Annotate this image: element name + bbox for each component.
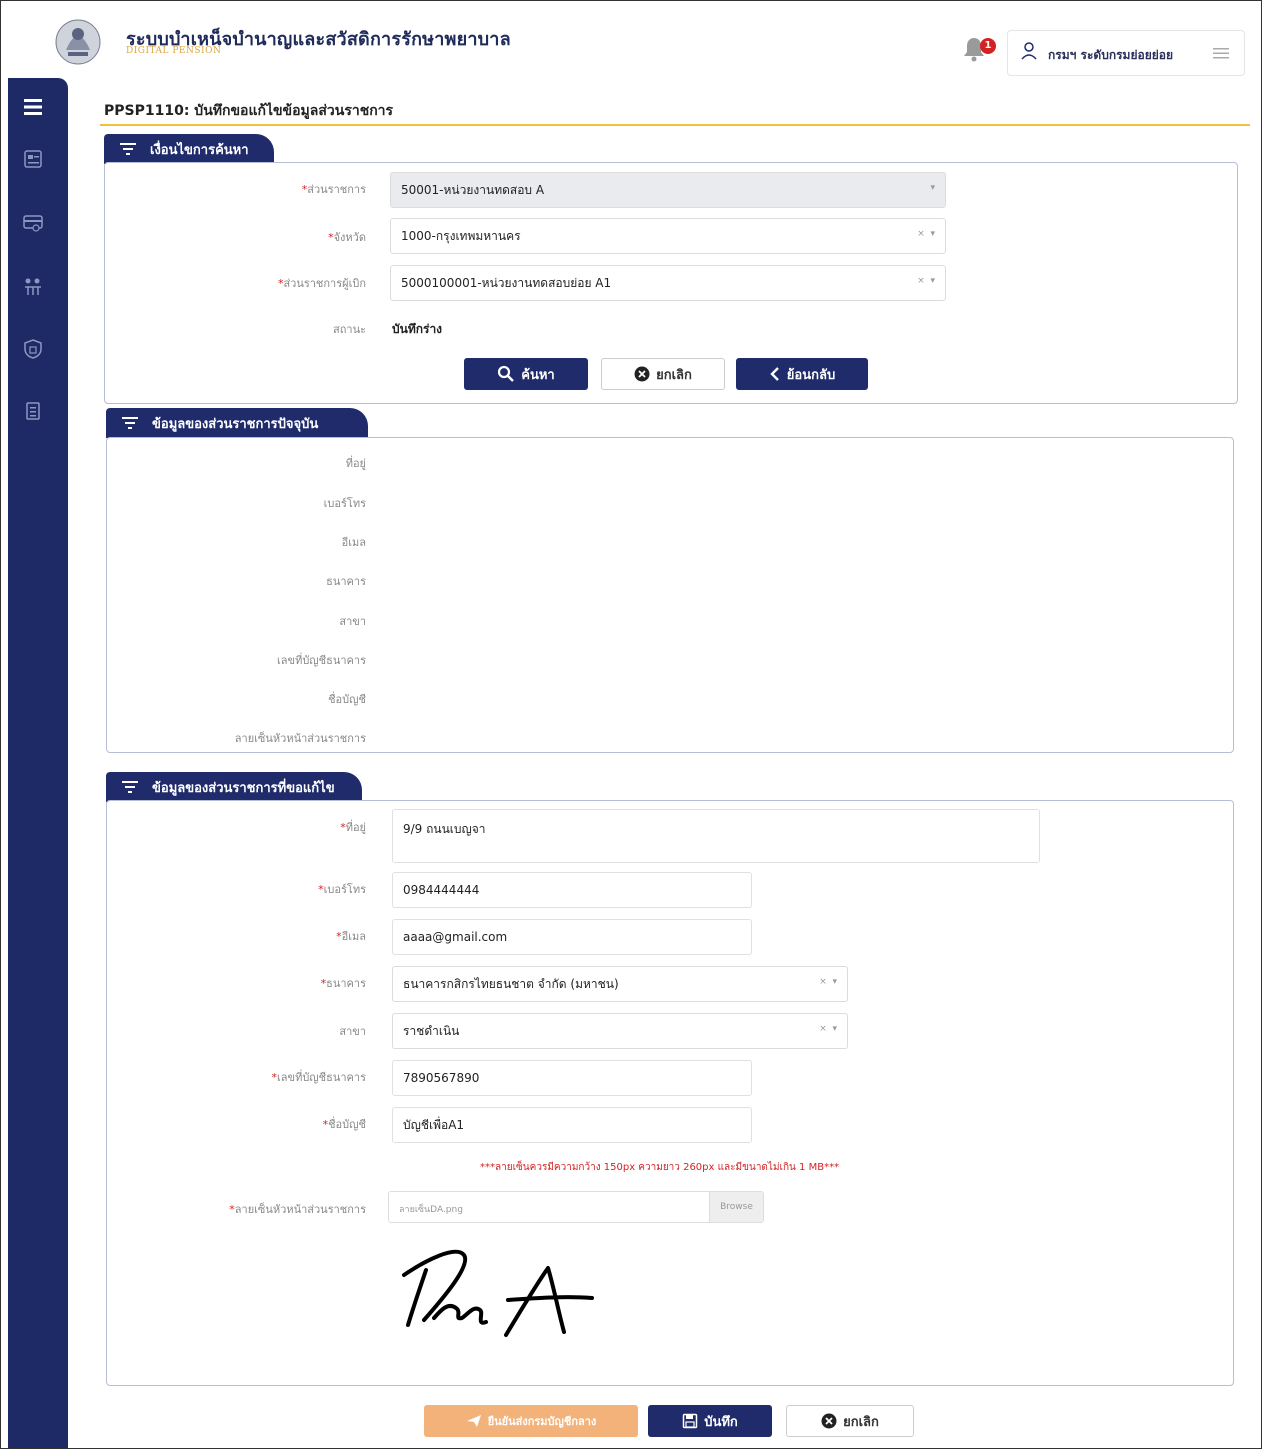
edit-bank-label: *ธนาคาร [320, 977, 366, 990]
title-divider [100, 124, 1250, 126]
browse-button[interactable]: Browse [709, 1192, 763, 1222]
current-account-no-label: เลขที่บัญชีธนาคาร [277, 654, 366, 667]
edit-signature-label: *ลายเซ็นหัวหน้าส่วนราชการ [229, 1203, 366, 1216]
save-button[interactable]: บันทึก [648, 1405, 772, 1437]
current-branch-label: สาขา [339, 615, 366, 628]
sidebar-shield-icon[interactable] [22, 338, 44, 360]
agency-label: *ส่วนราชการ [301, 183, 366, 196]
sidebar-card-icon[interactable] [22, 148, 44, 170]
email-input[interactable]: aaaa@gmail.com [392, 919, 752, 955]
signature-file-name: ลายเซ็นDA.png [399, 1205, 463, 1215]
edit-address-label: *ที่อยู่ [340, 821, 366, 834]
search-button[interactable]: ค้นหา [464, 358, 588, 390]
province-label: *จังหวัด [328, 231, 366, 244]
phone-input[interactable]: 0984444444 [392, 872, 752, 908]
edit-info-section-title: ข้อมูลของส่วนราชการที่ขอแก้ไข [152, 780, 335, 796]
hamburger-menu-icon[interactable] [1212, 45, 1230, 61]
edit-phone-label: *เบอร์โทร [318, 883, 366, 896]
sidebar-hierarchy-icon[interactable] [22, 276, 44, 298]
cancel-icon [821, 1413, 837, 1429]
dropdown-arrow-icon: ▾ [930, 183, 935, 193]
bank-select[interactable]: ธนาคารกสิกรไทยธนชาต จำกัด (มหาชน) × ▾ [392, 966, 848, 1002]
filter-icon [120, 143, 136, 155]
send-icon [466, 1415, 481, 1427]
current-info-section-tab: ข้อมูลของส่วนราชการปัจจุบัน [106, 408, 368, 438]
clear-dropdown-icon[interactable]: × ▾ [819, 1024, 837, 1034]
branch-select[interactable]: ราชดำเนิน × ▾ [392, 1013, 848, 1049]
sidebar-report-icon[interactable] [22, 400, 44, 422]
filter-icon [122, 417, 138, 429]
filter-icon [122, 781, 138, 793]
disbursing-agency-select[interactable]: 5000100001-หน่วยงานทดสอบย่อย A1 × ▾ [390, 265, 946, 301]
search-section-title: เงื่อนไขการค้นหา [150, 142, 249, 158]
cancel-icon [634, 366, 650, 382]
edit-account-name-label: *ชื่อบัญชี [322, 1118, 366, 1131]
current-address-label: ที่อยู่ [345, 457, 366, 470]
current-email-label: อีเมล [341, 536, 366, 549]
cancel-button[interactable]: ยกเลิก [786, 1405, 914, 1437]
current-bank-label: ธนาคาร [326, 575, 366, 588]
edit-branch-label: สาขา [339, 1025, 366, 1038]
clear-dropdown-icon[interactable]: × ▾ [819, 977, 837, 987]
chevron-left-icon [770, 367, 779, 381]
status-value: บันทึกร่าง [392, 322, 443, 336]
user-icon [1021, 42, 1037, 60]
notification-count-badge: 1 [980, 38, 996, 54]
top-bar: ระบบบำเหน็จบำนาญและสวัสดิการรักษาพยาบาล … [8, 8, 1254, 78]
sidebar [8, 78, 68, 1448]
signature-image [402, 1249, 594, 1337]
clear-dropdown-icon[interactable]: × ▾ [917, 229, 935, 239]
address-textarea[interactable]: 9/9 ถนนเบญจา [392, 809, 1040, 863]
submit-to-central-button[interactable]: ยืนยันส่งกรมบัญชีกลาง [424, 1405, 638, 1437]
search-icon [498, 365, 515, 382]
signature-warning: ***ลายเซ็นควรมีความกว้าง 150px ความยาว 2… [480, 1162, 840, 1173]
status-label: สถานะ [333, 323, 366, 336]
save-icon [682, 1413, 698, 1429]
province-select[interactable]: 1000-กรุงเทพมหานคร × ▾ [390, 218, 946, 254]
current-phone-label: เบอร์โทร [323, 497, 366, 510]
sidebar-payment-icon[interactable] [22, 212, 44, 234]
department-logo [55, 19, 101, 65]
search-section-tab: เงื่อนไขการค้นหา [104, 134, 274, 164]
signature-file-input[interactable]: ลายเซ็นDA.png Browse [388, 1191, 764, 1223]
edit-info-section-tab: ข้อมูลของส่วนราชการที่ขอแก้ไข [106, 772, 362, 802]
edit-email-label: *อีเมล [336, 930, 366, 943]
current-signature-label: ลายเซ็นหัวหน้าส่วนราชการ [234, 732, 366, 745]
user-name: กรมฯ ระดับกรมย่อยย่อย [1048, 48, 1173, 62]
account-no-input[interactable]: 7890567890 [392, 1060, 752, 1096]
page-title: PPSP1110: บันทึกขอแก้ไขข้อมูลส่วนราชการ [104, 103, 394, 119]
app-subtitle: DIGITAL PENSION [126, 46, 222, 56]
user-menu[interactable]: กรมฯ ระดับกรมย่อยย่อย [1007, 30, 1245, 76]
current-account-name-label: ชื่อบัญชี [328, 693, 366, 706]
sidebar-toggle-icon[interactable] [22, 96, 44, 118]
agency-select[interactable]: 50001-หน่วยงานทดสอบ A ▾ [390, 172, 946, 208]
account-name-input[interactable]: บัญชีเพื่อA1 [392, 1107, 752, 1143]
disbursing-agency-label: *ส่วนราชการผู้เบิก [277, 277, 366, 290]
clear-dropdown-icon[interactable]: × ▾ [917, 276, 935, 286]
back-button[interactable]: ย้อนกลับ [736, 358, 868, 390]
edit-account-no-label: *เลขที่บัญชีธนาคาร [271, 1071, 366, 1084]
current-info-section-title: ข้อมูลของส่วนราชการปัจจุบัน [152, 416, 319, 432]
cancel-search-button[interactable]: ยกเลิก [601, 358, 725, 390]
